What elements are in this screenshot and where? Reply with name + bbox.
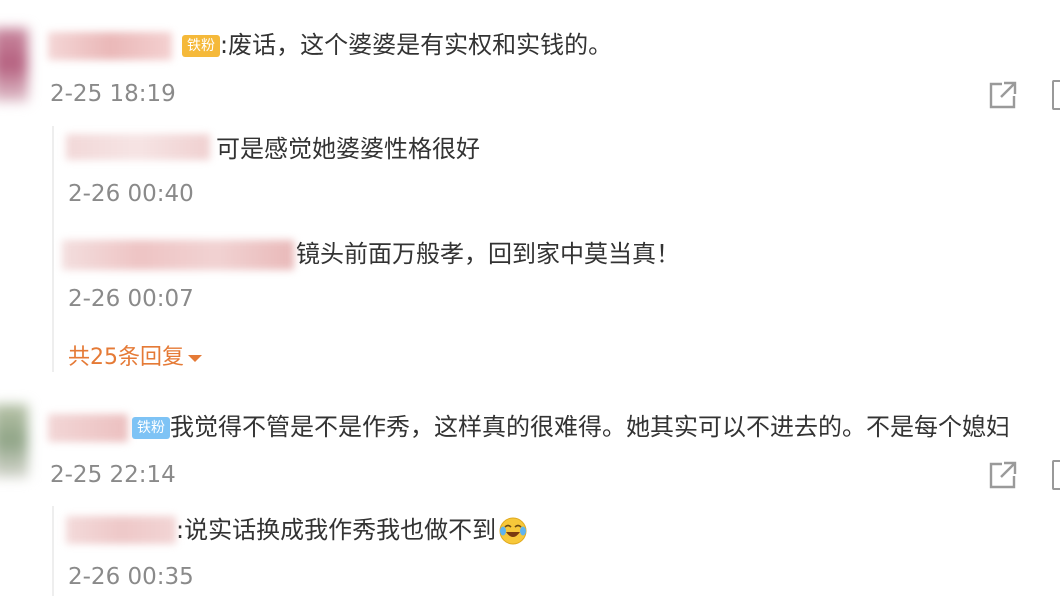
- thread-line: [52, 126, 54, 372]
- share-icon[interactable]: [986, 458, 1020, 492]
- comment-body: 我觉得不管是不是作秀，这样真的很难得。她其实可以不进去的。不是每个媳妇: [170, 413, 1010, 441]
- comment-text: 铁粉 我觉得不管是不是作秀，这样真的很难得。她其实可以不进去的。不是每个媳妇: [132, 411, 1010, 443]
- reply-username[interactable]: [62, 240, 294, 270]
- more-replies-link[interactable]: 共25条回复: [68, 344, 203, 372]
- comment-text: 铁粉:废话，这个婆婆是有实权和实钱的。: [182, 29, 612, 61]
- share-icon[interactable]: [986, 78, 1020, 112]
- reply-text: :说实话换成我作秀我也做不到: [176, 514, 528, 546]
- laughing-crying-emoji: [499, 517, 527, 545]
- reply-time: 2-26 00:40: [68, 181, 194, 207]
- reply-text: 可是感觉她婆婆性格很好: [216, 135, 480, 163]
- reply-username[interactable]: [66, 516, 176, 544]
- thread-line: [52, 506, 54, 596]
- comment-time: 2-25 22:14: [50, 462, 176, 488]
- chevron-down-icon: [188, 355, 202, 362]
- username[interactable]: [48, 414, 128, 442]
- avatar[interactable]: [0, 404, 28, 478]
- comment-body: :废话，这个婆婆是有实权和实钱的。: [220, 31, 613, 59]
- reply-username[interactable]: [66, 134, 210, 160]
- avatar[interactable]: [0, 28, 28, 102]
- more-replies-label: 共25条回复: [68, 345, 184, 370]
- reply-time: 2-26 00:35: [68, 564, 194, 590]
- comment-time: 2-25 18:19: [50, 81, 176, 107]
- reply-body: :说实话换成我作秀我也做不到: [176, 516, 497, 544]
- more-icon[interactable]: [1052, 80, 1060, 110]
- reply-time: 2-26 00:07: [68, 286, 194, 312]
- reply-text: 镜头前面万般孝，回到家中莫当真！: [296, 240, 680, 268]
- fan-badge: 铁粉: [132, 417, 170, 439]
- fan-badge: 铁粉: [182, 35, 220, 57]
- more-icon[interactable]: [1052, 460, 1060, 490]
- username[interactable]: [48, 32, 172, 60]
